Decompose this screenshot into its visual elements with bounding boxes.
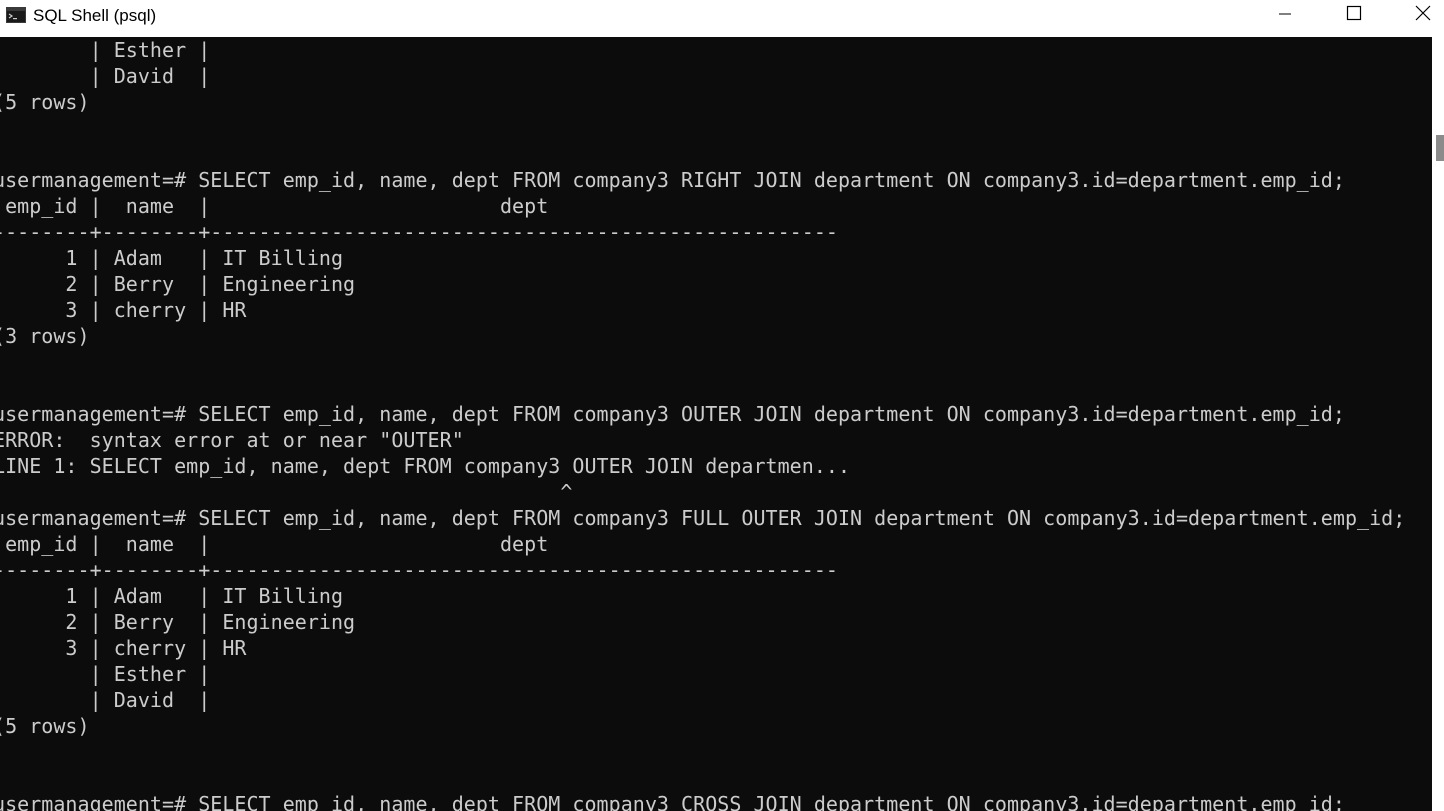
console-line: --------+--------+----------------------… [0,220,838,244]
console-line: --------+--------+----------------------… [0,558,838,582]
maximize-button[interactable] [1331,0,1377,30]
title-bar[interactable]: SQL Shell (psql) [0,0,1444,37]
console-line: 1 | Adam | IT Billing [0,246,344,270]
console-line: ERROR: syntax error at or near "OUTER" [0,428,464,452]
console-line: (3 rows) [0,324,90,348]
console-line: 1 | Adam | IT Billing [0,584,344,608]
console-line: usermanagement=# SELECT emp_id, name, de… [0,792,1345,811]
console-line: | David | [0,688,211,712]
console-line: LINE 1: SELECT emp_id, name, dept FROM c… [0,454,851,478]
console-line: usermanagement=# SELECT emp_id, name, de… [0,506,1406,530]
close-icon [1415,5,1431,25]
console-line: (5 rows) [0,714,90,738]
terminal-app-icon [6,7,26,23]
console-line: ^ [0,480,573,504]
vertical-scrollbar[interactable] [1432,37,1444,811]
console-line: (5 rows) [0,90,90,114]
console-line: 3 | cherry | HR [0,636,247,660]
console-line: 3 | cherry | HR [0,298,247,322]
console-line: | Esther | [0,38,211,62]
console-line: emp_id | name | dept [0,532,549,556]
minimize-icon [1278,6,1292,25]
maximize-icon [1346,5,1362,25]
minimize-button[interactable] [1262,0,1308,30]
console-line: 2 | Berry | Engineering [0,272,356,296]
close-button[interactable] [1400,0,1444,30]
console-line: usermanagement=# SELECT emp_id, name, de… [0,402,1345,426]
console-output[interactable]: | Esther | | David | (5 rows) usermanageme… [0,37,1432,811]
scrollbar-thumb[interactable] [1436,135,1444,161]
console-line: | Esther | [0,662,211,686]
console-line: | David | [0,64,211,88]
window-title: SQL Shell (psql) [33,6,157,25]
console-line: emp_id | name | dept [0,194,549,218]
console-line: 2 | Berry | Engineering [0,610,356,634]
console-line: usermanagement=# SELECT emp_id, name, de… [0,168,1345,192]
psql-window: SQL Shell (psql) | Esther | | David | (5 … [0,0,1444,811]
